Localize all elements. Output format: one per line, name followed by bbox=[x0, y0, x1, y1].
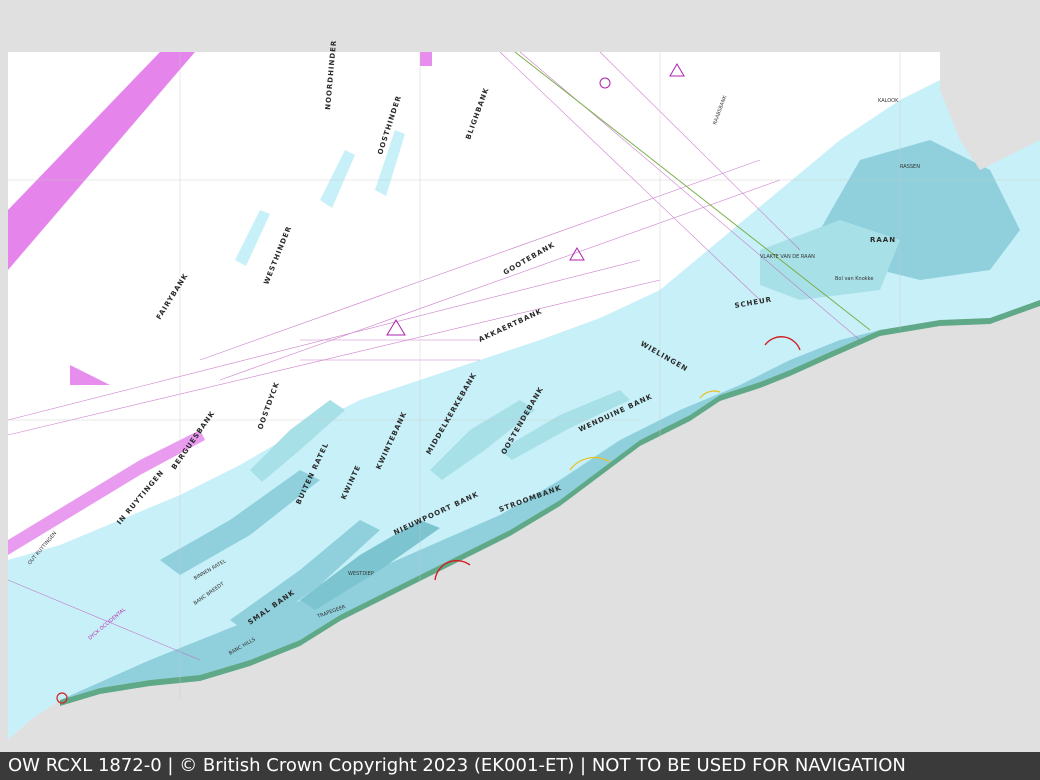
label-kalook: KALOOK bbox=[878, 98, 899, 104]
label-bol-van-knokke: Bol van Knokke bbox=[835, 276, 873, 282]
label-westdiep: WESTDIEP bbox=[348, 571, 374, 577]
restricted-area-top bbox=[420, 52, 432, 66]
chart-canvas[interactable]: FAIRYBANK WESTHINDER NOORDHINDER OOSTHIN… bbox=[0, 0, 1040, 752]
label-rassen: RASSEN bbox=[900, 164, 920, 170]
nautical-chart[interactable]: FAIRYBANK WESTHINDER NOORDHINDER OOSTHIN… bbox=[0, 0, 1040, 752]
label-vlakte-van-de-raan: VLAKTE VAN DE RAAN bbox=[760, 254, 815, 260]
label-raan: RAAN bbox=[870, 236, 896, 244]
copyright-footer: OW RCXL 1872-0 | © British Crown Copyrig… bbox=[0, 752, 1040, 780]
